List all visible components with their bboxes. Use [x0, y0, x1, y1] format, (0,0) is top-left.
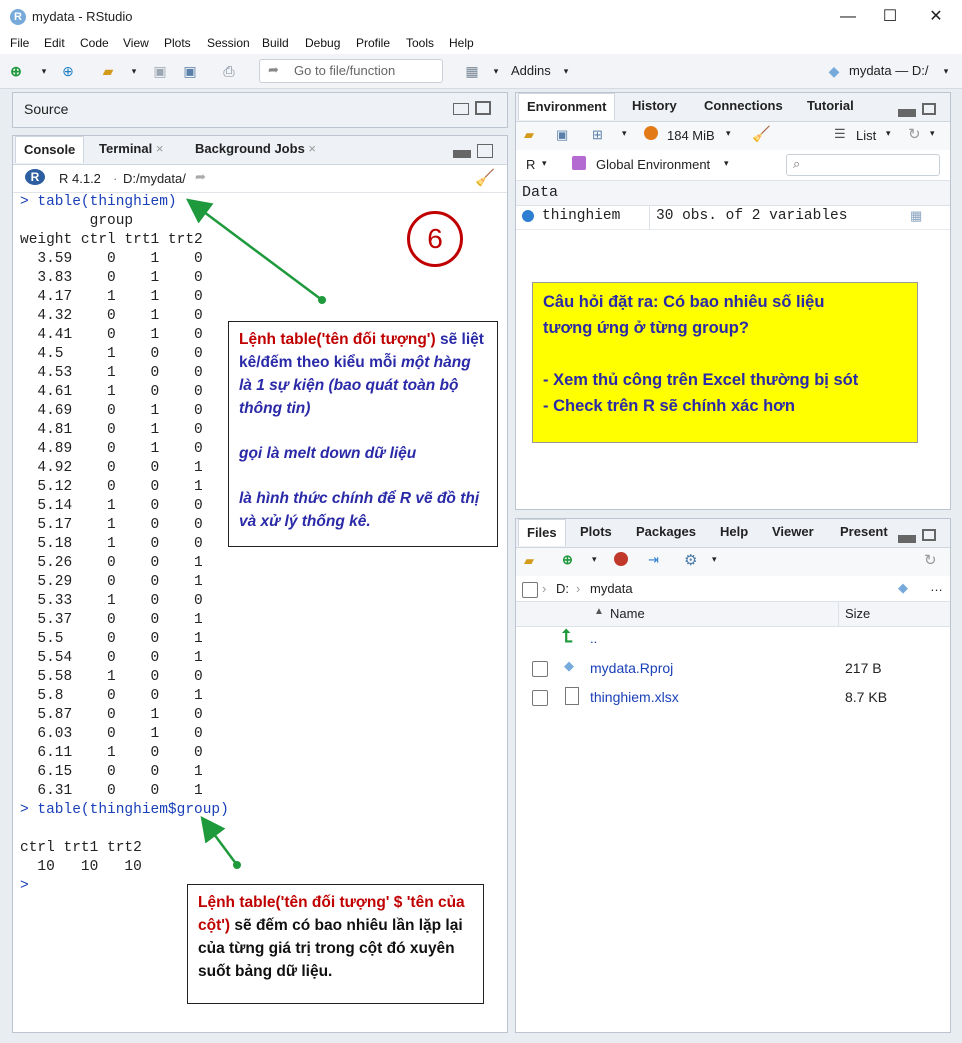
question-line-4: - Check trên R sẽ chính xác hơn [543, 397, 795, 415]
annotation-table-explanation: Lệnh table('tên đối tượng') sẽ liệt kê/đ… [228, 321, 498, 547]
question-box: Câu hỏi đặt ra: Có bao nhiêu số liệu tươ… [532, 282, 918, 443]
annotation-paragraph-1: Lệnh table('tên đối tượng') sẽ liệt kê/đ… [239, 328, 487, 420]
question-spacer [543, 341, 907, 367]
annotation-paragraph-3: là hình thức chính để R vẽ đồ thị và xử … [239, 490, 480, 530]
arrow-to-command-1 [185, 198, 323, 302]
arrow-start-dot [318, 296, 326, 304]
question-line-1: Câu hỏi đặt ra: Có bao nhiêu số liệu [543, 293, 825, 311]
annotation-paragraph-2: gọi là melt down dữ liệu [239, 445, 417, 462]
arrow-start-dot [233, 861, 241, 869]
question-line-2: tương ứng ở từng group? [543, 319, 749, 337]
annotation-body-text: sẽ đếm có bao nhiêu lần lặp lại của từng… [198, 917, 463, 980]
arrow-to-command-2 [200, 815, 239, 866]
step-number-badge: 6 [407, 211, 463, 267]
question-line-3: - Xem thủ công trên Excel thường bị sót [543, 371, 859, 389]
annotation-command-text: Lệnh table('tên đối tượng') [239, 331, 440, 348]
annotation-group-count: Lệnh table('tên đối tượng' $ 'tên của cộ… [187, 884, 484, 1004]
